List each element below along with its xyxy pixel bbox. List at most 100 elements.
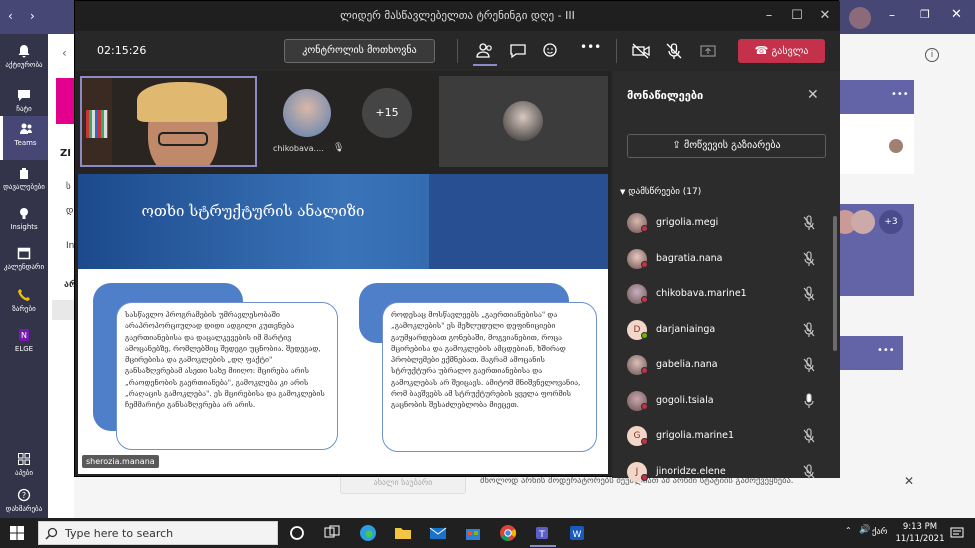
mic-off-icon: [803, 321, 815, 337]
overflow-badge[interactable]: +3: [879, 210, 903, 234]
edge-icon[interactable]: [359, 524, 377, 542]
rail-elge[interactable]: N ELGE: [0, 322, 48, 366]
notifications-icon[interactable]: [950, 526, 964, 540]
video-tile-self[interactable]: [80, 76, 257, 167]
rail-teams[interactable]: Teams: [0, 116, 48, 160]
post-card-header: +3: [833, 204, 914, 296]
clock-time: 9:13 PM: [902, 522, 938, 532]
mic-off-icon: 🎙: [333, 143, 345, 153]
participant-row[interactable]: gogoli.tsiala: [627, 389, 822, 415]
chrome-icon[interactable]: [499, 524, 517, 542]
participant-row[interactable]: gabelia.nana: [627, 353, 822, 379]
participant-row[interactable]: Jjinoridze.elene: [627, 460, 822, 486]
task-view-icon[interactable]: [323, 524, 341, 542]
rail-label: ELGE: [14, 345, 34, 353]
overflow-tile[interactable]: +15: [347, 76, 427, 167]
presence-dot: [641, 367, 648, 374]
bookshelf: [82, 78, 112, 165]
taskbar-search[interactable]: Type here to search: [38, 521, 278, 545]
video-tile-participant[interactable]: [439, 76, 608, 167]
hang-up-icon: ☎: [754, 44, 769, 57]
svg-text:T: T: [538, 530, 545, 540]
close-icon[interactable]: ✕: [951, 7, 962, 22]
participant-name: grigolia.marine1: [656, 430, 735, 441]
channel-item[interactable]: [52, 300, 74, 320]
screen: ‹ › – ❐ ✕ აქტიურობა ჩატი Teams დავალებებ…: [0, 0, 975, 548]
system-clock[interactable]: 9:13 PM 11/11/2021: [895, 521, 945, 545]
more-icon[interactable]: •••: [877, 345, 895, 356]
rail-label: დახმარება: [5, 505, 43, 513]
active-indicator: [473, 64, 497, 66]
mic-icon: [804, 392, 814, 408]
scrollbar[interactable]: [833, 216, 837, 351]
rail-label: ზარები: [12, 305, 36, 313]
tray-chevron-icon[interactable]: ⌃: [845, 526, 852, 535]
participant-row[interactable]: bagratia.nana: [627, 247, 822, 273]
word-icon[interactable]: W: [568, 524, 586, 542]
chat-icon: [18, 90, 30, 101]
search-icon: [45, 527, 58, 540]
windows-start-icon[interactable]: [10, 526, 24, 540]
restore-icon[interactable]: ❐: [920, 8, 930, 21]
avatar: [889, 139, 903, 153]
info-icon[interactable]: i: [925, 48, 939, 62]
participant-row[interactable]: Ddarjaniainga: [627, 318, 822, 344]
presence-dot: [641, 402, 648, 410]
windows-taskbar: Type here to search T W ⌃ 🔊 ქარ 9:13 PM …: [0, 518, 975, 548]
share-invite-button[interactable]: ⇪ მოწვევის გაზიარება: [627, 134, 826, 158]
rail-calls[interactable]: ზარები: [0, 282, 48, 326]
leave-button[interactable]: ☎ გასვლა: [738, 39, 825, 63]
participant-name: chikobava....: [273, 144, 324, 153]
slide-header-panel: [429, 174, 608, 269]
attendees-header[interactable]: ▼ დამსწრეები (17): [620, 187, 701, 197]
teams-app-icon[interactable]: T: [534, 524, 552, 542]
cortana-icon[interactable]: [288, 524, 306, 542]
attendees-label: დამსწრეები (17): [628, 187, 702, 197]
minimize-icon[interactable]: –: [889, 8, 895, 22]
mic-off-icon[interactable]: [664, 41, 684, 61]
request-control-button[interactable]: კონტროლის მოთხოვნა: [284, 39, 435, 63]
post-header: •••: [839, 336, 903, 370]
rail-activity[interactable]: აქტიურობა: [0, 38, 48, 82]
participant-row[interactable]: grigolia.megi: [627, 211, 822, 237]
close-icon[interactable]: ✕: [813, 5, 837, 27]
participants-icon[interactable]: [475, 41, 495, 61]
volume-icon[interactable]: 🔊: [859, 525, 870, 535]
presence-dot: [641, 296, 648, 303]
file-explorer-icon[interactable]: [394, 524, 412, 542]
close-icon[interactable]: ✕: [904, 474, 914, 488]
close-icon[interactable]: ✕: [807, 87, 819, 103]
participant-row[interactable]: chikobava.marine1: [627, 282, 822, 308]
rail-assignments[interactable]: დავალებები: [0, 160, 48, 204]
store-icon[interactable]: [464, 524, 482, 542]
more-icon[interactable]: •••: [891, 89, 909, 100]
rail-calendar[interactable]: კალენდარი: [0, 240, 48, 284]
reactions-icon[interactable]: [541, 41, 561, 61]
apps-icon: [18, 453, 30, 465]
input-language[interactable]: ქარ: [872, 527, 887, 537]
maximize-icon[interactable]: ☐: [785, 5, 809, 27]
profile-avatar[interactable]: [849, 7, 871, 29]
calendar-icon: [17, 247, 31, 260]
rail-label: ჩატი: [16, 105, 32, 113]
share-tray-icon[interactable]: [698, 41, 718, 61]
divider: [457, 39, 458, 63]
rail-label: კალენდარი: [3, 263, 45, 271]
mail-icon[interactable]: [429, 524, 447, 542]
chat-icon[interactable]: [508, 41, 528, 61]
video-tile-participant[interactable]: chikobava.... 🎙: [267, 76, 347, 167]
participant-row[interactable]: Ggrigolia.marine1: [627, 424, 822, 450]
books: [86, 110, 108, 138]
onenote-icon: N: [19, 329, 29, 341]
rail-insights[interactable]: Insights: [0, 200, 48, 244]
forward-icon[interactable]: ›: [30, 9, 35, 23]
more-icon[interactable]: •••: [580, 40, 601, 54]
camera-off-icon[interactable]: [631, 41, 651, 61]
clock-date: 11/11/2021: [895, 534, 945, 544]
collapse-icon[interactable]: ‹: [62, 46, 67, 60]
back-icon[interactable]: ‹: [8, 9, 13, 23]
participant-name: gogoli.tsiala: [656, 394, 714, 406]
divider: [616, 39, 617, 63]
minimize-icon[interactable]: –: [757, 5, 781, 27]
meeting-title-bar: ლიდერ მასწავლებელთა ტრენინგი დღე - III –…: [75, 1, 840, 31]
